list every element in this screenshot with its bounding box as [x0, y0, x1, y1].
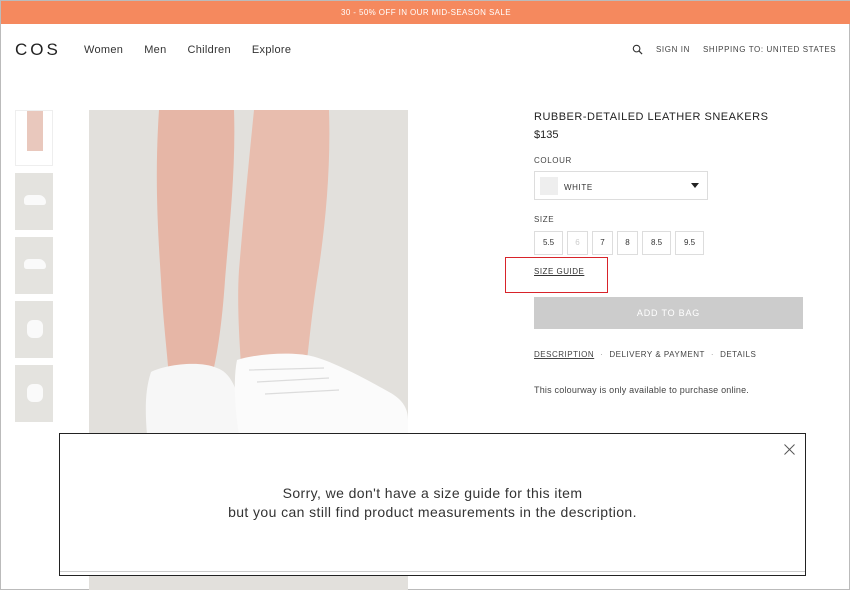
nav-explore[interactable]: Explore [252, 44, 291, 56]
size-option[interactable]: 8.5 [642, 231, 671, 255]
thumb-shoe-image [27, 384, 43, 402]
thumb-shoe-image [24, 259, 46, 269]
promo-banner[interactable]: 30 - 50% OFF IN OUR MID-SEASON SALE [1, 1, 850, 24]
tab-separator: · [710, 350, 715, 359]
thumbnail-gallery [15, 110, 53, 429]
modal-message-line-2: but you can still find product measureme… [228, 504, 637, 520]
tab-separator: · [600, 350, 604, 359]
tab-description[interactable]: DESCRIPTION [534, 350, 594, 359]
size-option[interactable]: 9.5 [675, 231, 704, 255]
size-option[interactable]: 5.5 [534, 231, 563, 255]
main-product-image[interactable] [89, 110, 408, 435]
colour-swatch [540, 177, 558, 195]
size-guide-highlight [505, 257, 608, 293]
thumbnail-3[interactable] [15, 237, 53, 294]
chevron-down-icon [691, 183, 699, 188]
thumb-shoe-image [27, 320, 43, 338]
main-nav: Women Men Children Explore [84, 44, 291, 56]
modal-message: Sorry, we don't have a size guide for th… [60, 484, 805, 522]
product-photo [89, 110, 408, 435]
product-title: RUBBER-DETAILED LEATHER SNEAKERS [534, 111, 769, 123]
colour-value: WHITE [564, 183, 593, 192]
size-option[interactable]: 7 [592, 231, 613, 255]
size-label: SIZE [534, 215, 555, 224]
product-info: RUBBER-DETAILED LEATHER SNEAKERS $135 [534, 111, 804, 141]
thumbnail-2[interactable] [15, 173, 53, 230]
nav-women[interactable]: Women [84, 44, 123, 56]
thumbnail-5[interactable] [15, 365, 53, 422]
size-guide-modal: Sorry, we don't have a size guide for th… [59, 433, 806, 576]
colour-select[interactable]: WHITE [534, 171, 708, 200]
thumbnail-1[interactable] [15, 110, 53, 166]
tab-details[interactable]: DETAILS [720, 350, 756, 359]
cos-logo[interactable]: COS [15, 40, 61, 60]
modal-divider [60, 571, 805, 572]
nav-children[interactable]: Children [188, 44, 231, 56]
modal-message-line-1: Sorry, we don't have a size guide for th… [282, 485, 583, 501]
thumbnail-4[interactable] [15, 301, 53, 358]
availability-note: This colourway is only available to purc… [534, 385, 750, 395]
site-header: COS Women Men Children Explore SIGN IN S… [1, 24, 850, 79]
shipping-selector[interactable]: SHIPPING TO: UNITED STATES [703, 45, 836, 54]
colour-label: COLOUR [534, 156, 572, 165]
close-icon[interactable] [784, 444, 795, 455]
thumb-shoe-image [24, 195, 46, 205]
thumb-leg-image [27, 111, 43, 151]
size-option[interactable]: 8 [617, 231, 638, 255]
product-tabs: DESCRIPTION · DELIVERY & PAYMENT · DETAILS [534, 350, 756, 359]
search-icon[interactable] [632, 44, 643, 55]
tab-delivery-payment[interactable]: DELIVERY & PAYMENT [609, 350, 705, 359]
sign-in-link[interactable]: SIGN IN [656, 45, 690, 54]
add-to-bag-button[interactable]: ADD TO BAG [534, 297, 803, 329]
size-option-unavailable: 6 [567, 231, 588, 255]
next-product-image [89, 576, 408, 590]
product-price: $135 [534, 129, 559, 141]
size-options: 5.5 6 7 8 8.5 9.5 [534, 231, 708, 255]
nav-men[interactable]: Men [144, 44, 166, 56]
